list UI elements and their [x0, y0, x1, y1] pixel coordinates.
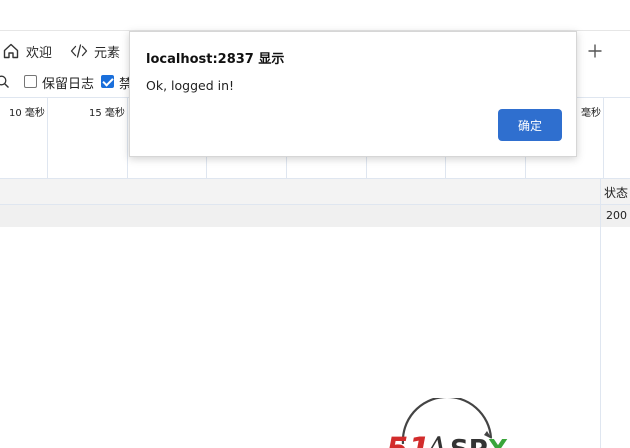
- search-icon[interactable]: [0, 75, 10, 93]
- timeline-gridline: [47, 98, 48, 179]
- tab-welcome-label: 欢迎: [26, 45, 53, 61]
- timeline-gridline: [603, 98, 604, 179]
- code-icon: [70, 42, 88, 60]
- svg-text:51: 51: [386, 430, 431, 448]
- preserve-log-checkbox[interactable]: [24, 75, 37, 88]
- plus-icon: [588, 44, 602, 58]
- tab-welcome[interactable]: 欢迎: [2, 31, 52, 71]
- ok-button[interactable]: 确定: [498, 109, 562, 141]
- timeline-gridline: [127, 98, 128, 179]
- table-row[interactable]: 200: [0, 205, 630, 227]
- tab-elements[interactable]: 元素: [70, 31, 120, 71]
- timeline-tick-label: 15 毫秒: [89, 108, 125, 119]
- preserve-log-label: 保留日志: [42, 77, 95, 92]
- status-column-header[interactable]: 状态: [604, 184, 628, 201]
- timeline-tick-label: 毫秒: [581, 108, 601, 119]
- timeline-tick-label: 10 毫秒: [9, 108, 45, 119]
- devtools-page: 欢迎 元素 保留日志 禁 10 毫秒 15 毫秒 毫秒 状态 200 local…: [0, 0, 630, 448]
- dialog-message: Ok, logged in!: [146, 78, 235, 93]
- svg-text:SP: SP: [450, 435, 488, 448]
- status-cell: 200: [606, 209, 627, 222]
- column-divider[interactable]: [600, 178, 601, 448]
- alert-dialog: localhost:2837 显示 Ok, logged in! 确定: [129, 31, 577, 157]
- tab-elements-label: 元素: [94, 45, 121, 61]
- add-tab-button[interactable]: [585, 31, 605, 71]
- dialog-title: localhost:2837 显示: [146, 52, 285, 67]
- svg-text:X: X: [488, 435, 508, 448]
- request-table-header: 状态: [0, 178, 630, 205]
- disable-cache-checkbox[interactable]: [101, 75, 114, 88]
- home-icon: [2, 42, 20, 60]
- svg-text:A: A: [423, 431, 448, 448]
- site-logo: 51 A SP X: [380, 395, 530, 448]
